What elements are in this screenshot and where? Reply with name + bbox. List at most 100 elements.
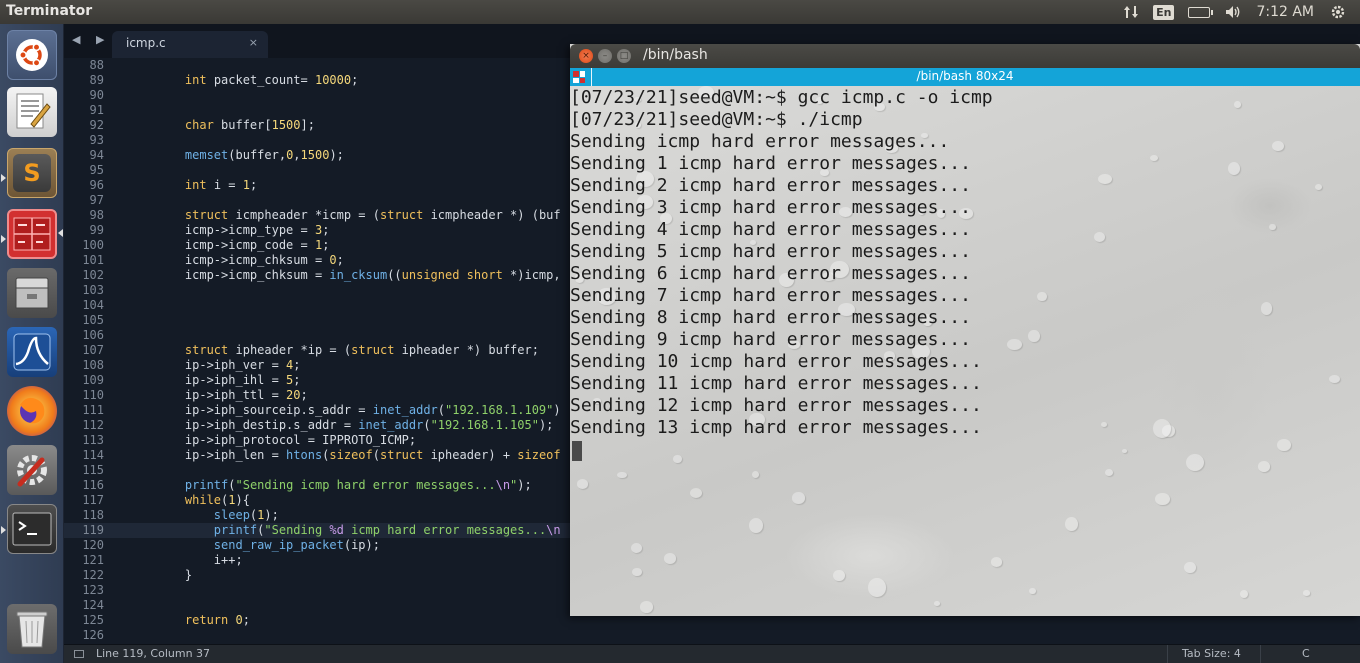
code-line[interactable]: 103 bbox=[64, 283, 570, 298]
code-text: icmp->icmp_chksum = 0; bbox=[156, 253, 344, 267]
line-number: 122 bbox=[82, 568, 104, 582]
trash-icon[interactable] bbox=[7, 604, 57, 654]
system-settings-icon[interactable] bbox=[7, 445, 57, 495]
keyboard-layout-indicator[interactable]: En bbox=[1153, 4, 1175, 20]
terminal-line: Sending 5 icmp hard error messages... bbox=[570, 241, 971, 262]
code-line[interactable]: 120 send_raw_ip_packet(ip); bbox=[64, 538, 570, 553]
panel-toggle-icon[interactable] bbox=[74, 650, 84, 658]
terminator-icon[interactable] bbox=[7, 209, 57, 259]
code-line[interactable]: 95 bbox=[64, 163, 570, 178]
syntax-selector[interactable]: C bbox=[1302, 647, 1310, 660]
wallpaper-drop bbox=[749, 517, 764, 533]
line-number: 103 bbox=[82, 283, 104, 297]
code-line[interactable]: 125 return 0; bbox=[64, 613, 570, 628]
wallpaper-drop bbox=[934, 601, 940, 606]
code-line[interactable]: 114 ip->iph_len = htons(sizeof(struct ip… bbox=[64, 448, 570, 463]
code-line[interactable]: 109 ip->iph_ihl = 5; bbox=[64, 373, 570, 388]
wallpaper-drop bbox=[631, 543, 643, 554]
code-line[interactable]: 89 int packet_count= 10000; bbox=[64, 73, 570, 88]
code-text: icmp->icmp_type = 3; bbox=[156, 223, 330, 237]
code-line[interactable]: 106 bbox=[64, 328, 570, 343]
code-text: } bbox=[156, 568, 193, 582]
terminal-group-header: /bin/bash 80x24 bbox=[570, 68, 1360, 86]
line-number: 91 bbox=[89, 103, 104, 117]
code-line[interactable]: 126 bbox=[64, 628, 570, 643]
terminal-line: Sending 11 icmp hard error messages... bbox=[570, 373, 982, 394]
code-text: int i = 1; bbox=[184, 178, 258, 192]
code-line[interactable]: 105 bbox=[64, 313, 570, 328]
code-line[interactable]: 110 ip->iph_ttl = 20; bbox=[64, 388, 570, 403]
line-number: 89 bbox=[89, 73, 104, 87]
code-line[interactable]: 98 struct icmpheader *icmp = (struct icm… bbox=[64, 208, 570, 223]
files-icon[interactable] bbox=[7, 268, 57, 318]
wallpaper-drop bbox=[1065, 517, 1079, 532]
wireshark-icon[interactable] bbox=[7, 327, 57, 377]
tab-nav-arrows[interactable]: ◀ ▶ bbox=[72, 33, 110, 46]
line-number: 116 bbox=[82, 478, 104, 492]
code-text: ip->iph_ttl = 20; bbox=[156, 388, 308, 402]
code-text: icmp->icmp_code = 1; bbox=[156, 238, 330, 252]
code-line[interactable]: 117 while(1){ bbox=[64, 493, 570, 508]
code-line[interactable]: 115 bbox=[64, 463, 570, 478]
keyboard-layout-label: En bbox=[1153, 4, 1175, 20]
code-line[interactable]: 112 ip->iph_destip.s_addr = inet_addr("1… bbox=[64, 418, 570, 433]
code-line[interactable]: 101 icmp->icmp_chksum = 0; bbox=[64, 253, 570, 268]
sublime-text-icon[interactable]: S bbox=[7, 148, 57, 198]
code-line[interactable]: 123 bbox=[64, 583, 570, 598]
code-line[interactable]: 96 int i = 1; bbox=[64, 178, 570, 193]
code-line[interactable]: 116 printf("Sending icmp hard error mess… bbox=[64, 478, 570, 493]
terminal-line: Sending 6 icmp hard error messages... bbox=[570, 263, 971, 284]
code-line[interactable]: 88 bbox=[64, 58, 570, 73]
code-line[interactable]: 104 bbox=[64, 298, 570, 313]
firefox-icon[interactable] bbox=[7, 386, 57, 436]
terminal-line: Sending 3 icmp hard error messages... bbox=[570, 197, 971, 218]
code-line[interactable]: 102 icmp->icmp_chksum = in_cksum((unsign… bbox=[64, 268, 570, 283]
terminal-titlebar[interactable]: × – □ /bin/bash bbox=[570, 44, 1360, 68]
text-editor-icon[interactable] bbox=[7, 87, 57, 137]
line-number: 102 bbox=[82, 268, 104, 282]
code-line[interactable]: 91 bbox=[64, 103, 570, 118]
tab-icmp-c[interactable]: icmp.c × bbox=[112, 31, 268, 58]
tab-size-selector[interactable]: Tab Size: 4 bbox=[1182, 647, 1241, 660]
code-line[interactable]: 121 i++; bbox=[64, 553, 570, 568]
window-close-button[interactable]: × bbox=[579, 49, 593, 63]
wallpaper-drop bbox=[1184, 561, 1197, 574]
terminal-line: Sending 13 icmp hard error messages... bbox=[570, 417, 982, 438]
code-line[interactable]: 124 bbox=[64, 598, 570, 613]
clock[interactable]: 7:12 AM bbox=[1256, 4, 1314, 20]
network-updown-icon[interactable] bbox=[1123, 4, 1139, 20]
power-gear-icon[interactable] bbox=[1330, 4, 1346, 20]
code-line[interactable]: 90 bbox=[64, 88, 570, 103]
window-minimize-button[interactable]: – bbox=[598, 49, 612, 63]
wallpaper-drop bbox=[868, 577, 886, 597]
code-line[interactable]: 111 ip->iph_sourceip.s_addr = inet_addr(… bbox=[64, 403, 570, 418]
code-text: icmp->icmp_chksum = in_cksum((unsigned s… bbox=[156, 268, 561, 282]
terminal-line: Sending 9 icmp hard error messages... bbox=[570, 329, 971, 350]
code-line[interactable]: 122 } bbox=[64, 568, 570, 583]
code-line[interactable]: 119 printf("Sending %d icmp hard error m… bbox=[64, 523, 570, 538]
code-line[interactable]: 94 memset(buffer,0,1500); bbox=[64, 148, 570, 163]
cursor-position: Line 119, Column 37 bbox=[96, 647, 211, 660]
terminal-line: Sending 1 icmp hard error messages... bbox=[570, 153, 971, 174]
code-line[interactable]: 107 struct ipheader *ip = (struct iphead… bbox=[64, 343, 570, 358]
code-line[interactable]: 118 sleep(1); bbox=[64, 508, 570, 523]
code-line[interactable]: 99 icmp->icmp_type = 3; bbox=[64, 223, 570, 238]
wallpaper-drop bbox=[1261, 302, 1273, 315]
code-line[interactable]: 100 icmp->icmp_code = 1; bbox=[64, 238, 570, 253]
terminal-icon[interactable] bbox=[7, 504, 57, 554]
code-line[interactable]: 108 ip->iph_ver = 4; bbox=[64, 358, 570, 373]
code-line[interactable]: 93 bbox=[64, 133, 570, 148]
wallpaper-drop bbox=[1302, 590, 1310, 596]
volume-icon[interactable] bbox=[1224, 4, 1242, 20]
line-number: 95 bbox=[89, 163, 104, 177]
battery-icon[interactable] bbox=[1188, 6, 1214, 18]
code-line[interactable]: 92 char buffer[1500]; bbox=[64, 118, 570, 133]
window-maximize-button[interactable]: □ bbox=[617, 49, 631, 63]
terminal-line: Sending 8 icmp hard error messages... bbox=[570, 307, 971, 328]
code-line[interactable]: 97 bbox=[64, 193, 570, 208]
terminal-body[interactable]: [07/23/21]seed@VM:~$ gcc icmp.c -o icmp[… bbox=[570, 86, 1360, 616]
ubuntu-dash-icon[interactable] bbox=[7, 30, 57, 80]
tab-close-button[interactable]: × bbox=[249, 36, 258, 49]
code-line[interactable]: 113 ip->iph_protocol = IPPROTO_ICMP; bbox=[64, 433, 570, 448]
code-text: ip->iph_destip.s_addr = inet_addr("192.1… bbox=[156, 418, 554, 432]
